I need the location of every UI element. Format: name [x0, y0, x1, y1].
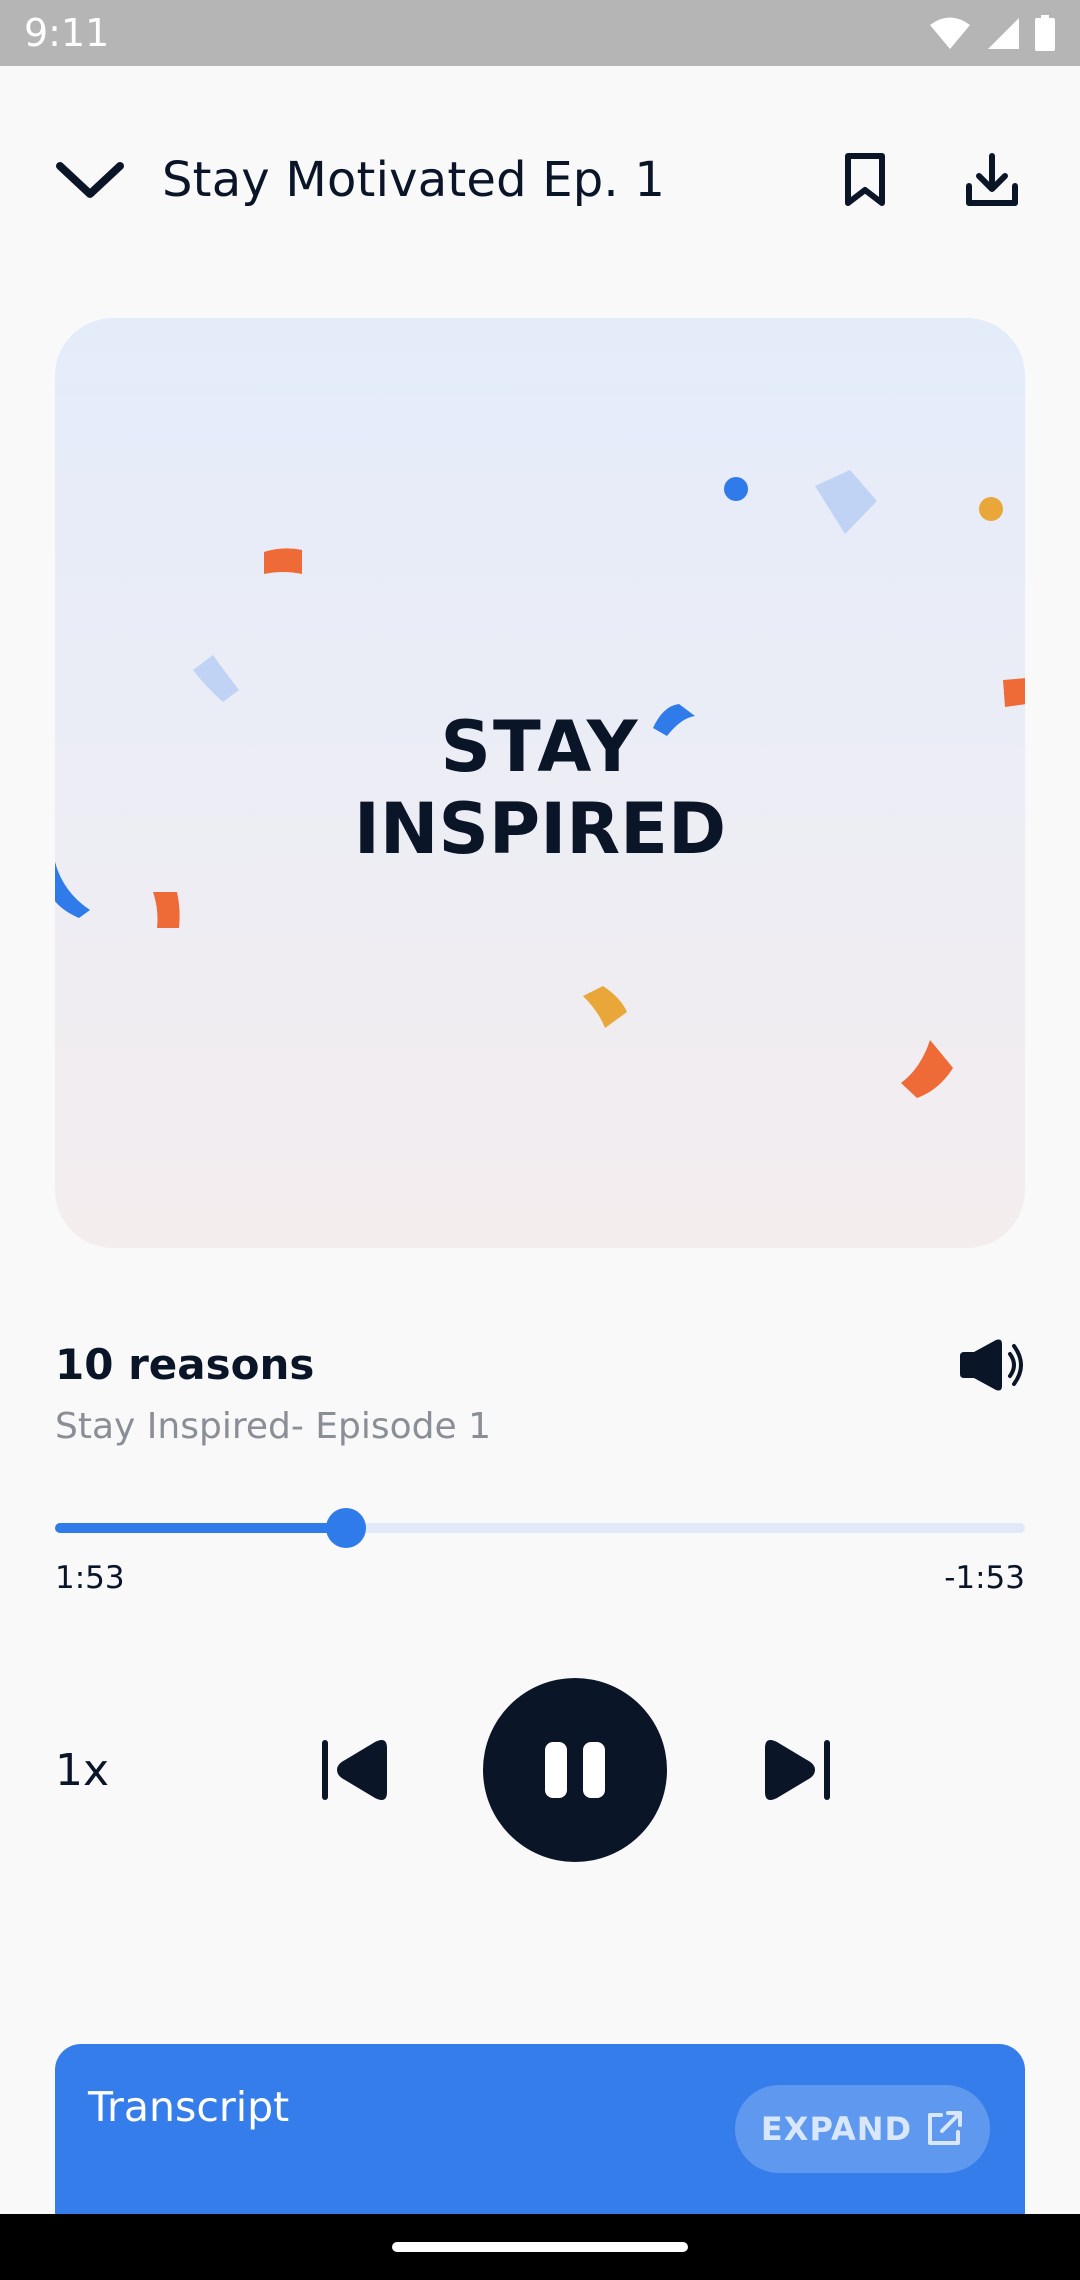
playback-speed-button[interactable]: 1x: [55, 1745, 109, 1796]
cover-title-line1: STAY: [440, 706, 640, 788]
cover-art: STAY INSPIRED: [55, 318, 1025, 1248]
skip-previous-icon: [322, 1740, 387, 1800]
transcript-label: Transcript: [88, 2083, 290, 2131]
cover-title-line2: INSPIRED: [353, 788, 727, 870]
progress-fill: [55, 1523, 346, 1533]
progress-handle[interactable]: [326, 1508, 366, 1548]
external-link-icon: [928, 2111, 963, 2145]
skip-next-button[interactable]: [757, 1735, 837, 1805]
home-gesture-handle[interactable]: [392, 2242, 688, 2252]
battery-icon: [1035, 15, 1055, 51]
skip-previous-button[interactable]: [315, 1735, 395, 1805]
skip-next-icon: [765, 1740, 830, 1800]
system-navigation-bar: [0, 2214, 1080, 2280]
volume-icon: [960, 1339, 1023, 1391]
elapsed-time: 1:53: [55, 1560, 125, 1596]
collapse-button[interactable]: [50, 150, 130, 210]
player-header: Stay Motivated Ep. 1: [0, 130, 1080, 230]
volume-button[interactable]: [956, 1338, 1026, 1392]
pause-icon: [545, 1742, 605, 1798]
status-icons: [928, 15, 1056, 51]
download-button[interactable]: [960, 148, 1024, 212]
expand-transcript-button[interactable]: EXPAND: [735, 2085, 990, 2173]
chevron-down-icon: [56, 162, 124, 198]
bookmark-icon: [845, 153, 885, 206]
transcript-panel[interactable]: Transcript EXPAND: [55, 2044, 1025, 2214]
download-icon: [966, 153, 1018, 206]
track-title: 10 reasons: [55, 1340, 315, 1389]
bookmark-button[interactable]: [835, 148, 895, 212]
status-bar: 9:11: [0, 0, 1080, 66]
wifi-icon: [930, 17, 970, 49]
remaining-time: -1:53: [944, 1560, 1025, 1596]
cellular-signal-icon: [988, 18, 1019, 49]
progress-slider[interactable]: [55, 1508, 1025, 1548]
expand-label: EXPAND: [760, 2110, 913, 2148]
episode-title: Stay Motivated Ep. 1: [162, 152, 666, 208]
pause-button[interactable]: [483, 1678, 667, 1862]
track-subtitle: Stay Inspired- Episode 1: [55, 1406, 491, 1447]
status-time: 9:11: [24, 11, 110, 55]
